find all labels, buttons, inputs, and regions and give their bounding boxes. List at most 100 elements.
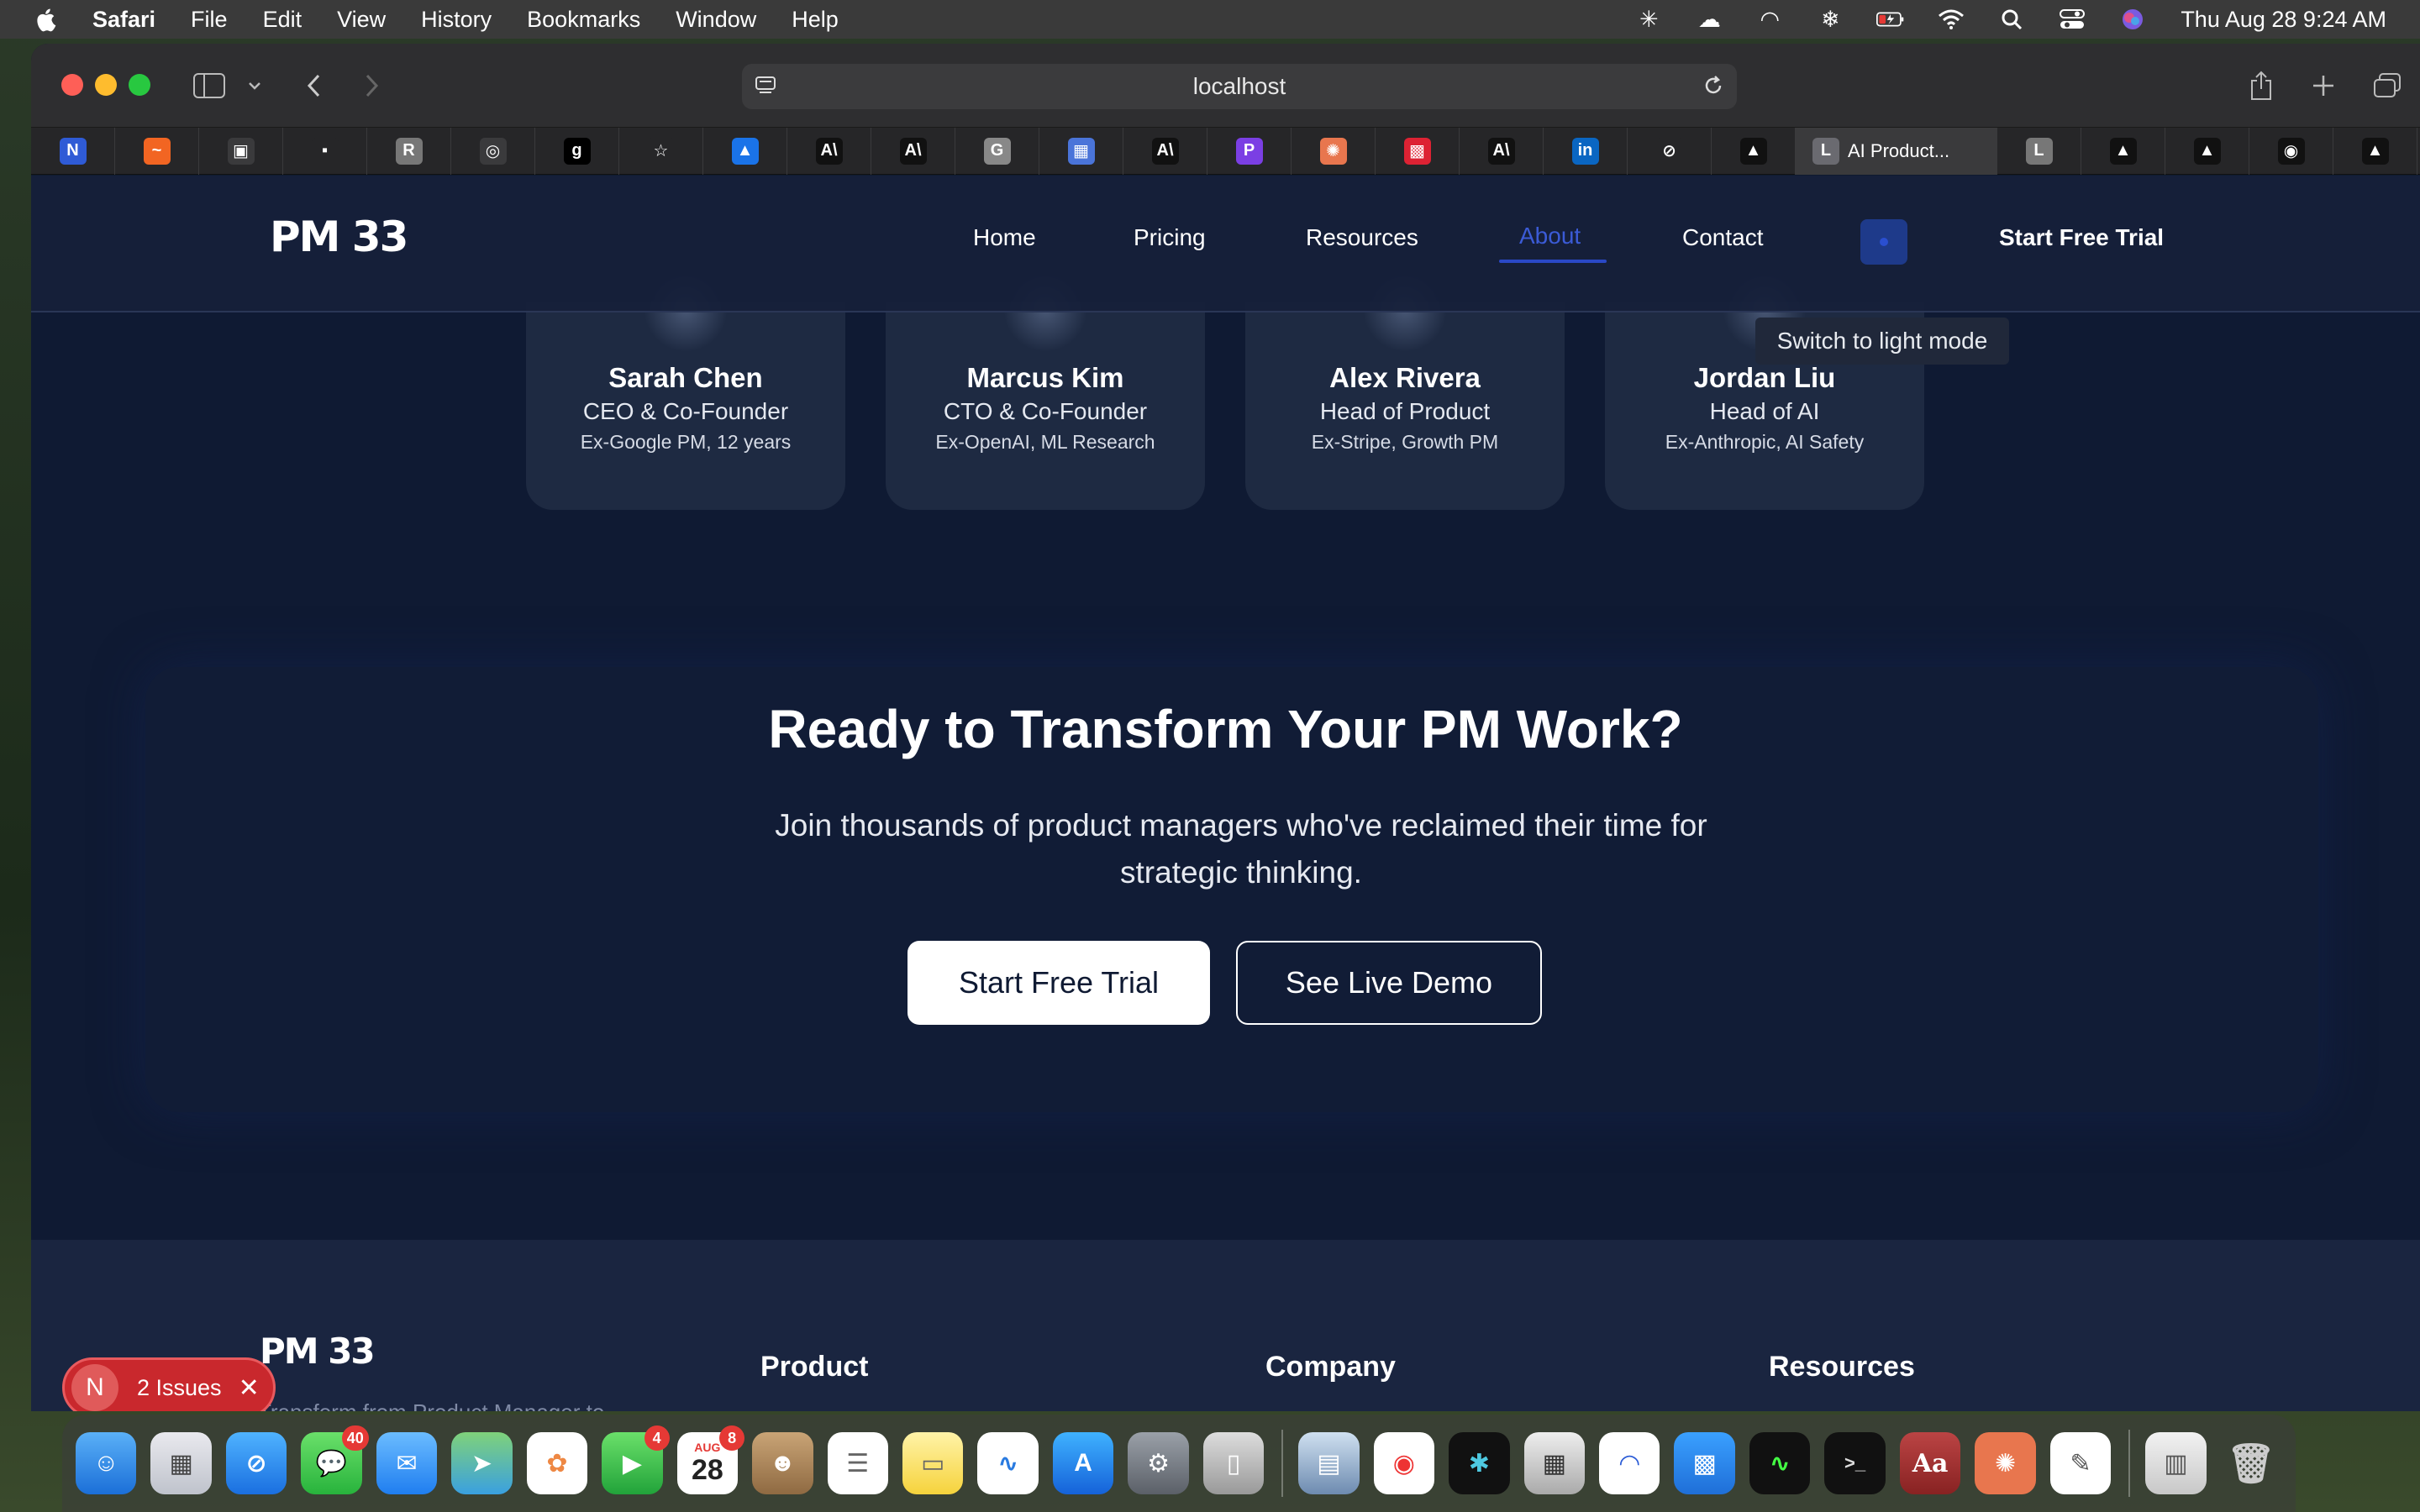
notes-icon[interactable]: ▭	[902, 1432, 964, 1494]
nav-about[interactable]: About	[1519, 223, 1581, 249]
contacts-icon[interactable]: ☻	[752, 1432, 813, 1494]
docker-icon[interactable]: ▩	[1674, 1432, 1735, 1494]
favorite-tab[interactable]: ▲	[1712, 127, 1796, 175]
menu-history[interactable]: History	[421, 7, 492, 33]
favorite-tab[interactable]: ~	[115, 127, 199, 175]
new-tab-icon[interactable]	[2307, 69, 2340, 102]
perplexity-icon[interactable]: ✱	[1449, 1432, 1510, 1494]
favorite-tab[interactable]: ▲	[2333, 127, 2417, 175]
share-icon[interactable]	[2244, 69, 2278, 102]
back-button[interactable]	[297, 69, 330, 102]
arc-browser-icon[interactable]: ◠	[1599, 1432, 1660, 1494]
chrome-icon[interactable]: ◉	[1373, 1432, 1435, 1494]
url-text[interactable]: localhost	[1193, 73, 1286, 100]
favorite-tab[interactable]: ▲	[703, 127, 787, 175]
favorite-tab[interactable]: ▩	[1376, 127, 1460, 175]
reminders-icon[interactable]: ☰	[827, 1432, 888, 1494]
system-settings-icon[interactable]: ⚙	[1128, 1432, 1189, 1494]
downloads-folder-icon[interactable]: ▥	[2145, 1432, 2207, 1494]
favorite-tab[interactable]: g	[535, 127, 619, 175]
favorite-tab[interactable]: ▦	[1039, 127, 1123, 175]
favorite-tab[interactable]: A\	[1123, 127, 1207, 175]
menu-clock[interactable]: Thu Aug 28 9:24 AM	[2181, 7, 2386, 33]
start-free-trial-button[interactable]: Start Free Trial	[908, 941, 1210, 1025]
favorite-tab[interactable]: ☆	[619, 127, 703, 175]
menu-edit[interactable]: Edit	[263, 7, 302, 33]
search-icon[interactable]	[1997, 7, 2026, 32]
favorite-tab[interactable]: ▣	[199, 127, 283, 175]
photos-icon[interactable]: ✿	[526, 1432, 588, 1494]
favorite-tab[interactable]: ◉	[2249, 127, 2333, 175]
siri-icon[interactable]	[2118, 7, 2147, 32]
favorite-tab[interactable]: in	[1544, 127, 1628, 175]
iphone-mirroring-icon[interactable]: ▯	[1202, 1432, 1265, 1494]
nav-start-trial-button[interactable]: Start Free Trial	[1999, 224, 2164, 251]
app-store-icon[interactable]: A	[1052, 1432, 1114, 1494]
favorite-tab[interactable]: N	[31, 127, 115, 175]
menu-help[interactable]: Help	[792, 7, 839, 33]
reload-icon[interactable]	[1702, 74, 1725, 103]
terminal-icon[interactable]: >_	[1824, 1432, 1886, 1494]
nav-contact[interactable]: Contact	[1682, 224, 1764, 251]
claude-icon[interactable]: ✺	[1975, 1432, 2036, 1494]
asterisk-icon[interactable]: ✳	[1634, 7, 1663, 32]
issues-count[interactable]: 2 Issues	[137, 1375, 222, 1401]
menu-bookmarks[interactable]: Bookmarks	[527, 7, 640, 33]
dictionary-icon[interactable]: Aa	[1899, 1432, 1961, 1494]
menu-file[interactable]: File	[191, 7, 228, 33]
menu-window[interactable]: Window	[676, 7, 756, 33]
arc-icon[interactable]: ◠	[1755, 7, 1784, 32]
favorite-tab[interactable]: ◎	[451, 127, 535, 175]
favorite-tab[interactable]: ▲	[2081, 127, 2165, 175]
favorite-tab[interactable]: A\	[1460, 127, 1544, 175]
textedit-icon[interactable]: ✎	[2049, 1432, 2112, 1494]
favorite-tab[interactable]: G	[955, 127, 1039, 175]
favorite-tab[interactable]: ✺	[1292, 127, 1376, 175]
fullscreen-window-button[interactable]	[129, 74, 150, 96]
sidebar-toggle-icon[interactable]	[192, 69, 226, 102]
safari-icon[interactable]: ⊘	[225, 1432, 287, 1494]
tab-overview-icon[interactable]	[2370, 69, 2404, 102]
page-settings-icon[interactable]	[754, 74, 777, 103]
close-icon[interactable]: ✕	[239, 1373, 260, 1403]
facetime-icon[interactable]: ▶ 4	[602, 1425, 670, 1494]
favorite-tab[interactable]: ▲	[2165, 127, 2249, 175]
calendar-icon[interactable]: AUG 28 8	[676, 1425, 745, 1494]
freeform-icon[interactable]: ∿	[977, 1432, 1039, 1494]
apple-icon[interactable]	[34, 7, 57, 32]
dev-issues-badge[interactable]: N 2 Issues ✕	[62, 1357, 276, 1411]
minimize-window-button[interactable]	[95, 74, 117, 96]
control-center-icon[interactable]	[2058, 7, 2086, 32]
favorite-tab[interactable]: P	[1207, 127, 1292, 175]
favorite-tab[interactable]: A\	[787, 127, 871, 175]
active-tab[interactable]: L AI Product...	[1796, 127, 1997, 175]
footer-logo[interactable]: PM 33	[260, 1331, 376, 1372]
favorite-tab[interactable]: ▪	[283, 127, 367, 175]
site-logo[interactable]: PM 33	[270, 213, 408, 261]
favorite-tab[interactable]: ⊘	[1628, 127, 1712, 175]
nav-pricing[interactable]: Pricing	[1134, 224, 1206, 251]
maps-icon[interactable]: ➤	[451, 1432, 513, 1494]
messages-icon[interactable]: 💬 40	[301, 1425, 369, 1494]
cloud-icon[interactable]: ☁	[1695, 7, 1723, 32]
preview-icon[interactable]: ▤	[1298, 1432, 1360, 1494]
wifi-icon[interactable]	[1937, 7, 1965, 32]
trash-icon[interactable]: 🗑	[2221, 1432, 2281, 1494]
finder-icon[interactable]: ☺	[76, 1432, 137, 1494]
favorite-tab[interactable]: A\	[871, 127, 955, 175]
nav-resources[interactable]: Resources	[1306, 224, 1418, 251]
favorite-tab[interactable]: L	[1997, 127, 2081, 175]
nav-home[interactable]: Home	[973, 224, 1036, 251]
chevron-down-icon[interactable]	[238, 69, 271, 102]
favorite-tab[interactable]: R	[367, 127, 451, 175]
menu-app-safari[interactable]: Safari	[92, 7, 155, 33]
forward-button[interactable]	[355, 69, 389, 102]
close-window-button[interactable]	[61, 74, 83, 96]
see-live-demo-button[interactable]: See Live Demo	[1236, 941, 1542, 1025]
calculator-icon[interactable]: ▦	[1523, 1432, 1586, 1494]
address-bar[interactable]: localhost	[742, 64, 1737, 109]
battery-icon[interactable]	[1876, 7, 1905, 32]
menu-view[interactable]: View	[337, 7, 386, 33]
snowflake-icon[interactable]: ❄	[1816, 7, 1844, 32]
activity-monitor-icon[interactable]: ∿	[1749, 1432, 1811, 1494]
